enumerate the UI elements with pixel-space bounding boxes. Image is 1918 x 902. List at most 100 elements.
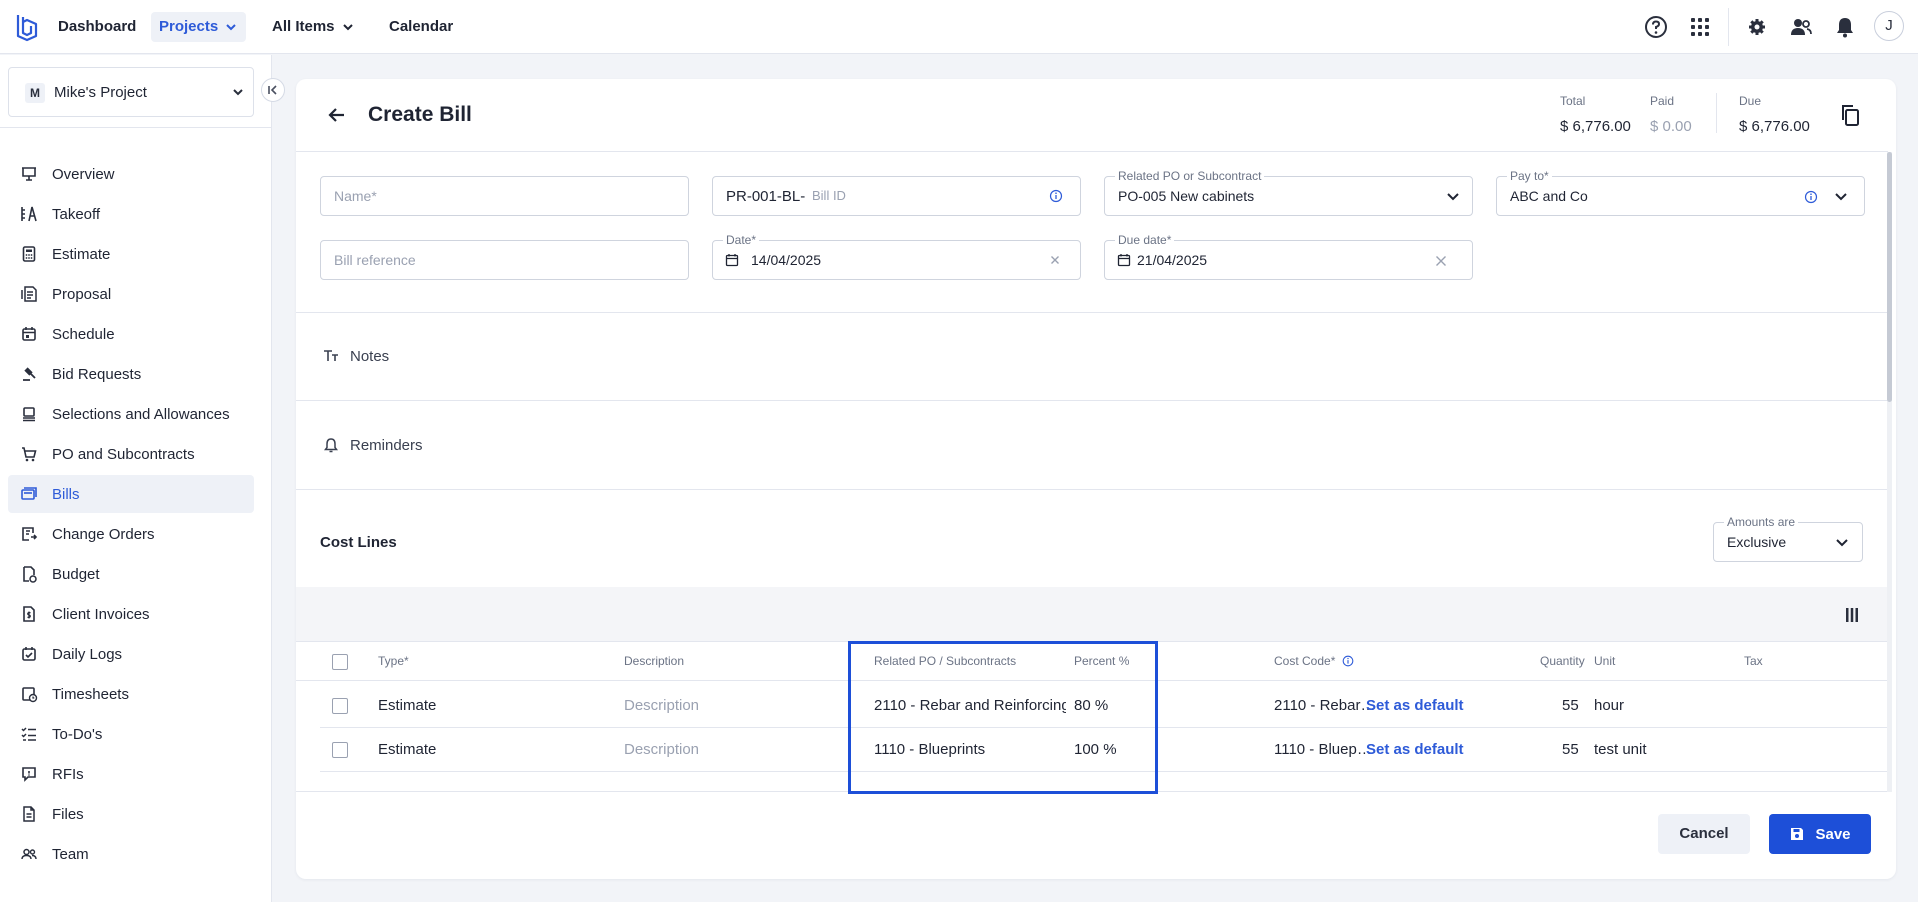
sidebar-item-bid-requests[interactable]: Bid Requests [8,355,254,393]
bill-id-field[interactable]: PR-001-BL- Bill ID [712,176,1081,216]
notes-section[interactable]: Notes [322,347,389,365]
nav-calendar[interactable]: Calendar [381,12,461,42]
cost-lines-title: Cost Lines [320,534,397,551]
help-icon[interactable] [1643,14,1669,40]
clear-icon[interactable] [1433,253,1449,269]
sidebar-item-client-invoices[interactable]: Client Invoices [8,595,254,633]
project-name: Mike's Project [54,84,147,101]
pay-to-select[interactable]: Pay to* ABC and Co [1496,169,1865,216]
top-bar: Dashboard Projects All Items Calendar J [0,0,1918,54]
sidebar-item-label: PO and Subcontracts [52,445,195,463]
copy-icon[interactable] [1838,103,1862,127]
amounts-are-label: Amounts are [1724,515,1799,529]
row-description[interactable]: Description [624,697,699,714]
set-as-default-link[interactable]: Set as default [1366,741,1464,758]
sidebar-item-label: Estimate [52,245,111,263]
row-quantity[interactable]: 55 [1562,697,1579,714]
clear-icon[interactable] [1048,253,1062,267]
sidebar-item-budget[interactable]: Budget [8,555,254,593]
nav-all-items[interactable]: All Items [264,12,363,42]
name-field[interactable]: Name* [320,176,689,216]
apps-grid-icon[interactable] [1687,14,1713,40]
related-po-select[interactable]: Related PO or Subcontract PO-005 New cab… [1104,169,1473,216]
set-as-default-link[interactable]: Set as default [1366,697,1464,714]
row-related-po[interactable]: 1110 - Blueprints [874,741,985,758]
collapse-sidebar-button[interactable] [261,78,285,102]
sidebar-item-timesheets[interactable]: Timesheets [8,675,254,713]
bill-reference-field[interactable]: Bill reference [320,240,689,280]
gear-icon[interactable] [1744,14,1770,40]
row-related-po[interactable]: 2110 - Rebar and Reinforcing : [874,697,1066,714]
row-type[interactable]: Estimate [378,741,436,758]
sidebar-item-todos[interactable]: To-Do's [8,715,254,753]
sidebar-item-change-orders[interactable]: Change Orders [8,515,254,553]
amounts-are-select[interactable]: Amounts are Exclusive [1713,515,1863,562]
checklist-icon [21,727,36,741]
scrollbar-thumb[interactable] [1887,152,1892,402]
rfi-icon [22,767,36,782]
row-type[interactable]: Estimate [378,697,436,714]
users-icon[interactable] [1788,14,1814,40]
sidebar-item-rfis[interactable]: RFIs [8,755,254,793]
bills-icon [21,487,37,500]
row-percent[interactable]: 100 % [1074,741,1117,758]
chevron-down-icon [1447,193,1459,201]
columns-icon[interactable] [1843,606,1861,624]
sidebar-item-label: Timesheets [52,685,129,703]
save-button[interactable]: Save [1769,814,1871,854]
scrollbar[interactable] [1887,152,1892,792]
col-quantity: Quantity [1540,654,1585,668]
amounts-are-value: Exclusive [1727,534,1787,550]
sidebar-item-files[interactable]: Files [8,795,254,833]
notes-divider [296,400,1888,401]
sidebar-item-daily-logs[interactable]: Daily Logs [8,635,254,673]
select-all-checkbox[interactable] [332,654,348,670]
avatar[interactable]: J [1874,11,1904,41]
reminders-section[interactable]: Reminders [322,436,423,454]
sidebar-item-po-subcontracts[interactable]: PO and Subcontracts [8,435,254,473]
total-label: Total [1560,94,1586,108]
bill-id-placeholder: Bill ID [812,188,846,203]
row-unit[interactable]: test unit [1594,741,1647,758]
app-logo-icon[interactable] [14,12,40,42]
sidebar-item-bills[interactable]: Bills [8,475,254,513]
row-checkbox[interactable] [332,698,348,714]
name-placeholder: Name* [334,188,377,204]
info-icon [1804,190,1818,204]
project-selector[interactable]: M Mike's Project [8,67,254,117]
sidebar-item-estimate[interactable]: Estimate [8,235,254,273]
file-icon [23,806,35,822]
due-label: Due [1739,94,1762,108]
row-checkbox[interactable] [332,742,348,758]
sidebar-item-label: Budget [52,565,100,583]
paid-label: Paid [1650,94,1675,108]
nav-dashboard[interactable]: Dashboard [50,12,144,42]
due-date-field[interactable]: Due date* 21/04/2025 [1104,233,1473,280]
sidebar-item-proposal[interactable]: Proposal [8,275,254,313]
sidebar-item-selections[interactable]: Selections and Allowances [8,395,254,433]
project-badge: M [25,83,45,103]
row-quantity[interactable]: 55 [1562,741,1579,758]
timesheet-icon [22,687,38,703]
footer-divider [296,791,1888,792]
bell-icon[interactable] [1832,14,1858,40]
sidebar-item-schedule[interactable]: Schedule [8,315,254,353]
arrow-left-icon[interactable] [326,104,348,126]
row-percent[interactable]: 80 % [1074,697,1108,714]
date-field[interactable]: Date* 14/04/2025 [712,233,1081,280]
takeoff-icon [21,206,37,222]
create-bill-card: Create Bill Total $ 6,776.00 Paid $ 0.00… [296,79,1896,879]
sidebar-item-overview[interactable]: Overview [8,155,254,193]
sidebar-item-label: Overview [52,165,115,183]
cancel-button[interactable]: Cancel [1658,814,1750,854]
table-top-divider [296,641,1888,642]
sidebar-divider [0,127,272,128]
row-cost-code[interactable]: 2110 - Rebar… [1274,697,1375,714]
sidebar-item-team[interactable]: Team [8,835,254,873]
nav-projects[interactable]: Projects [151,12,247,42]
calendar-icon [1117,254,1131,267]
row-cost-code[interactable]: 1110 - Bluep… [1274,741,1372,758]
row-unit[interactable]: hour [1594,697,1624,714]
sidebar-item-takeoff[interactable]: Takeoff [8,195,254,233]
row-description[interactable]: Description [624,741,699,758]
